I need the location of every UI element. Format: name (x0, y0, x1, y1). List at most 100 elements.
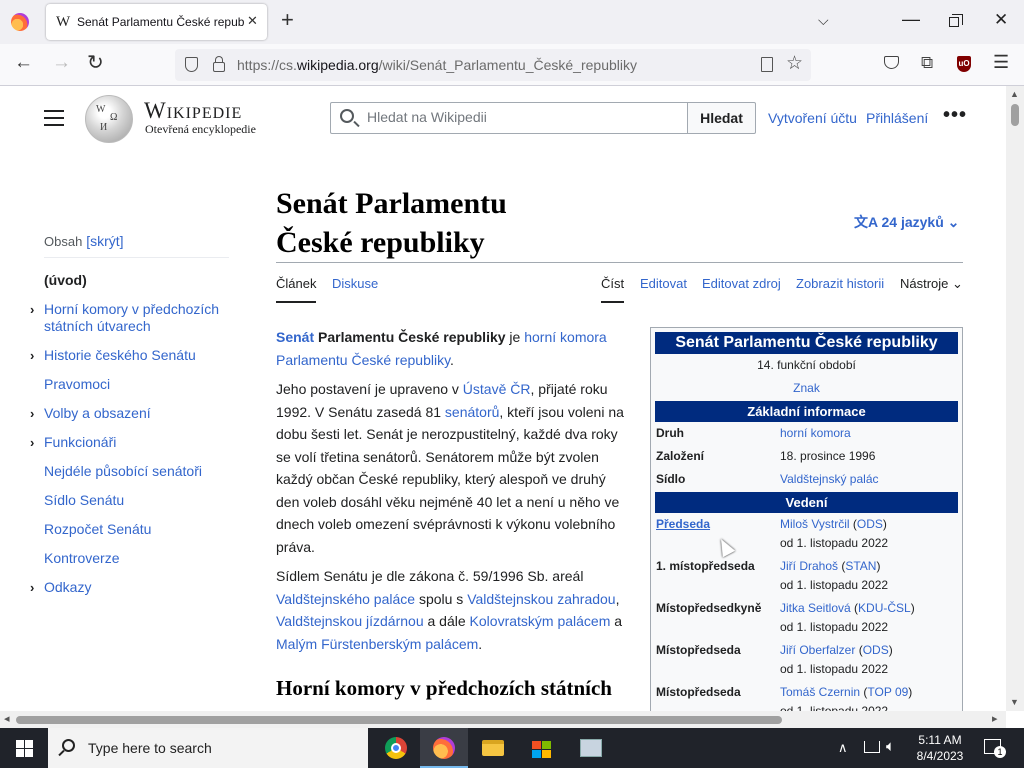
list-all-tabs-chevron-icon[interactable]: ⌵ (818, 12, 829, 29)
window-restore-icon[interactable] (949, 14, 963, 27)
lock-icon[interactable] (213, 56, 225, 72)
leader-name-link[interactable]: Jiří Oberfalzer (780, 643, 855, 657)
bookmark-star-icon[interactable]: ☆ (786, 52, 803, 75)
toc-item-label[interactable]: Rozpočet Senátu (44, 521, 151, 537)
tab-article[interactable]: Článek (276, 276, 317, 303)
browser-tab-active[interactable]: W Senát Parlamentu České republiky ✕ (46, 4, 267, 40)
link-horni-komora[interactable]: horní komora (524, 329, 606, 345)
tab-edit-source[interactable]: Editovat zdroj (702, 276, 781, 291)
toc-item[interactable]: › Volby a obsazení (30, 405, 229, 422)
link-valdstejnska-zahrada[interactable]: Valdštejnskou zahradou (467, 591, 615, 607)
tab-talk[interactable]: Diskuse (332, 276, 378, 291)
tray-show-hidden-icon[interactable]: ∧ (838, 740, 848, 756)
chevron-right-icon[interactable]: › (30, 579, 34, 596)
create-account-link[interactable]: Vytvoření účtu (768, 110, 857, 126)
chevron-right-icon[interactable]: › (30, 434, 34, 451)
reader-view-icon[interactable] (761, 57, 773, 72)
tracking-protection-shield-icon[interactable] (185, 57, 198, 72)
toc-item-label[interactable]: Sídlo Senátu (44, 492, 124, 508)
search-input[interactable] (367, 109, 677, 125)
link-maly-furstenbersky-palac[interactable]: Malým Fürstenberským palácem (276, 636, 478, 652)
vertical-scrollbar[interactable]: ▲ ▼ (1006, 86, 1024, 711)
tab-history[interactable]: Zobrazit historii (796, 276, 884, 291)
toc-item[interactable]: Sídlo Senátu (44, 492, 229, 509)
link-kolovratsky-palac[interactable]: Kolovratským palácem (470, 613, 611, 629)
taskbar-chrome[interactable] (371, 728, 419, 768)
link-valdstejnsky-palac[interactable]: Valdštejnského paláce (276, 591, 415, 607)
toc-item[interactable]: (úvod) (44, 272, 229, 289)
horizontal-scroll-thumb[interactable] (16, 716, 782, 724)
window-close-icon[interactable]: ✕ (994, 10, 1008, 30)
login-link[interactable]: Přihlášení (866, 110, 928, 126)
link-valdstejnska-jizdarna[interactable]: Valdštejnskou jízdárnou (276, 613, 424, 629)
toc-item-label[interactable]: Nejdéle působící senátoři (44, 463, 202, 479)
language-selector-button[interactable]: 文A 24 jazyků ⌄ (854, 212, 959, 232)
scroll-up-arrow-icon[interactable]: ▲ (1010, 89, 1019, 99)
party-link[interactable]: TOP 09 (867, 685, 908, 699)
toc-item[interactable]: Pravomoci (44, 376, 229, 393)
party-link[interactable]: ODS (857, 517, 883, 531)
leader-name-link[interactable]: Jiří Drahoš (780, 559, 838, 573)
main-menu-icon[interactable] (44, 110, 64, 126)
toc-item[interactable]: Rozpočet Senátu (44, 521, 229, 538)
toc-item[interactable]: › Historie českého Senátu (30, 347, 229, 364)
toc-item[interactable]: Nejdéle působící senátoři (44, 463, 229, 480)
tools-dropdown[interactable]: Nástroje ⌄ (900, 276, 963, 292)
wikipedia-wordmark[interactable]: Wikipedie (144, 98, 242, 124)
taskbar-store[interactable] (518, 728, 566, 768)
scroll-right-arrow-icon[interactable]: ▸ (992, 712, 998, 725)
volume-icon[interactable]: 🔈︎ (886, 738, 895, 755)
url-bar[interactable]: https://cs.wikipedia.org/wiki/Senát_Parl… (175, 49, 811, 81)
window-minimize-icon[interactable]: — (902, 9, 920, 30)
toc-item[interactable]: › Horní komory v předchozích státních útv… (30, 301, 229, 335)
scroll-left-arrow-icon[interactable]: ◂ (4, 712, 10, 725)
toc-item-label[interactable]: Historie českého Senátu (44, 347, 196, 363)
toc-item-label[interactable]: Volby a obsazení (44, 405, 151, 421)
taskbar-app[interactable] (567, 728, 615, 768)
party-link[interactable]: ODS (863, 643, 889, 657)
toc-item-label[interactable]: Kontroverze (44, 550, 119, 566)
toc-hide-toggle[interactable]: [skrýt] (86, 233, 123, 249)
tab-read[interactable]: Číst (601, 276, 625, 303)
toc-item-label[interactable]: Horní komory v předchozích státních útva… (44, 301, 219, 334)
chevron-right-icon[interactable]: › (30, 405, 34, 422)
hamburger-menu-icon[interactable]: ☰ (993, 52, 1009, 73)
toc-item-label[interactable]: Odkazy (44, 579, 91, 595)
party-link[interactable]: KDU-ČSL (858, 601, 911, 615)
extensions-puzzle-icon[interactable]: ⧉ (921, 53, 933, 73)
taskbar-firefox[interactable] (420, 728, 468, 768)
tab-edit[interactable]: Editovat (640, 276, 687, 291)
tab-close-icon[interactable]: ✕ (247, 13, 258, 29)
link-ustava[interactable]: Ústavě ČR (463, 381, 531, 397)
ublock-origin-icon[interactable]: uO (957, 56, 971, 72)
chevron-right-icon[interactable]: › (30, 301, 34, 318)
horizontal-scrollbar[interactable]: ◂ ▸ (0, 711, 1006, 728)
firefox-icon[interactable] (11, 13, 29, 31)
toc-item[interactable]: Kontroverze (44, 550, 229, 567)
link-parlament[interactable]: Parlamentu České republiky (276, 352, 450, 368)
wikipedia-globe-logo-icon[interactable]: WΩИ (85, 95, 133, 143)
windows-start-icon[interactable] (16, 740, 33, 757)
notifications-icon[interactable]: 1 (984, 739, 1006, 758)
toc-item-label[interactable]: Pravomoci (44, 376, 110, 392)
network-icon[interactable] (864, 741, 880, 753)
leader-name-link[interactable]: Jitka Seitlová (780, 601, 851, 615)
link-senat[interactable]: Senát (276, 329, 314, 345)
toc-item[interactable]: › Odkazy (30, 579, 229, 596)
forward-arrow-icon[interactable]: → (52, 52, 71, 74)
toc-item[interactable]: › Funkcionáři (30, 434, 229, 451)
leader-name-link[interactable]: Miloš Vystrčil (780, 517, 850, 531)
infobox-value[interactable]: horní komora (780, 422, 958, 445)
new-tab-plus-icon[interactable]: + (281, 9, 294, 31)
taskbar-search-box[interactable]: Type here to search (48, 728, 368, 768)
url-text[interactable]: https://cs.wikipedia.org/wiki/Senát_Parl… (237, 57, 637, 73)
search-button[interactable]: Hledat (687, 102, 756, 134)
vertical-scroll-thumb[interactable] (1011, 104, 1019, 126)
link-senatoru[interactable]: senátorů (445, 404, 499, 420)
taskbar-file-explorer[interactable] (469, 728, 517, 768)
clock[interactable]: 5:11 AM 8/4/2023 (915, 732, 965, 764)
search-box[interactable] (330, 102, 688, 134)
infobox-emblem-link[interactable]: Znak (793, 381, 820, 395)
party-link[interactable]: STAN (845, 559, 876, 573)
reload-icon[interactable]: ↻ (87, 50, 104, 75)
